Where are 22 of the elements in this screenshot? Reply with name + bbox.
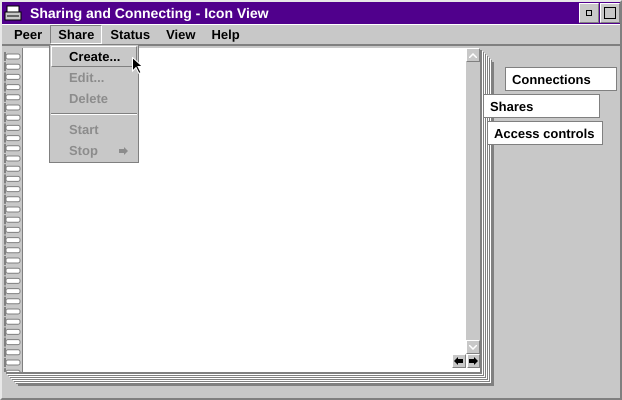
minimize-button[interactable] — [579, 3, 599, 23]
minimize-icon — [586, 10, 592, 16]
mouse-pointer-icon — [132, 57, 143, 74]
system-menu-icon[interactable] — [4, 4, 22, 22]
maximize-button[interactable] — [600, 3, 620, 23]
maximize-icon — [604, 7, 616, 19]
notebook-tab[interactable]: Connections — [505, 67, 617, 91]
menu-item[interactable]: View — [158, 25, 204, 44]
notebook-tab[interactable]: Access controls — [487, 121, 603, 145]
submenu-arrow-icon — [119, 146, 128, 154]
menu-option[interactable]: Create... — [51, 46, 137, 67]
previous-page-button[interactable] — [452, 354, 466, 368]
scroll-down-icon[interactable] — [466, 340, 480, 354]
next-page-button[interactable] — [466, 354, 480, 368]
menu-item[interactable]: Share — [50, 25, 102, 44]
menu-item[interactable]: Status — [102, 25, 158, 44]
vertical-scrollbar[interactable] — [466, 48, 480, 354]
scroll-up-icon[interactable] — [466, 48, 480, 62]
window-title: Sharing and Connecting - Icon View — [29, 5, 270, 21]
notebook-tab[interactable]: Shares — [484, 94, 600, 118]
menu-item[interactable]: Peer — [6, 25, 50, 44]
menu-item[interactable]: Help — [203, 25, 248, 44]
